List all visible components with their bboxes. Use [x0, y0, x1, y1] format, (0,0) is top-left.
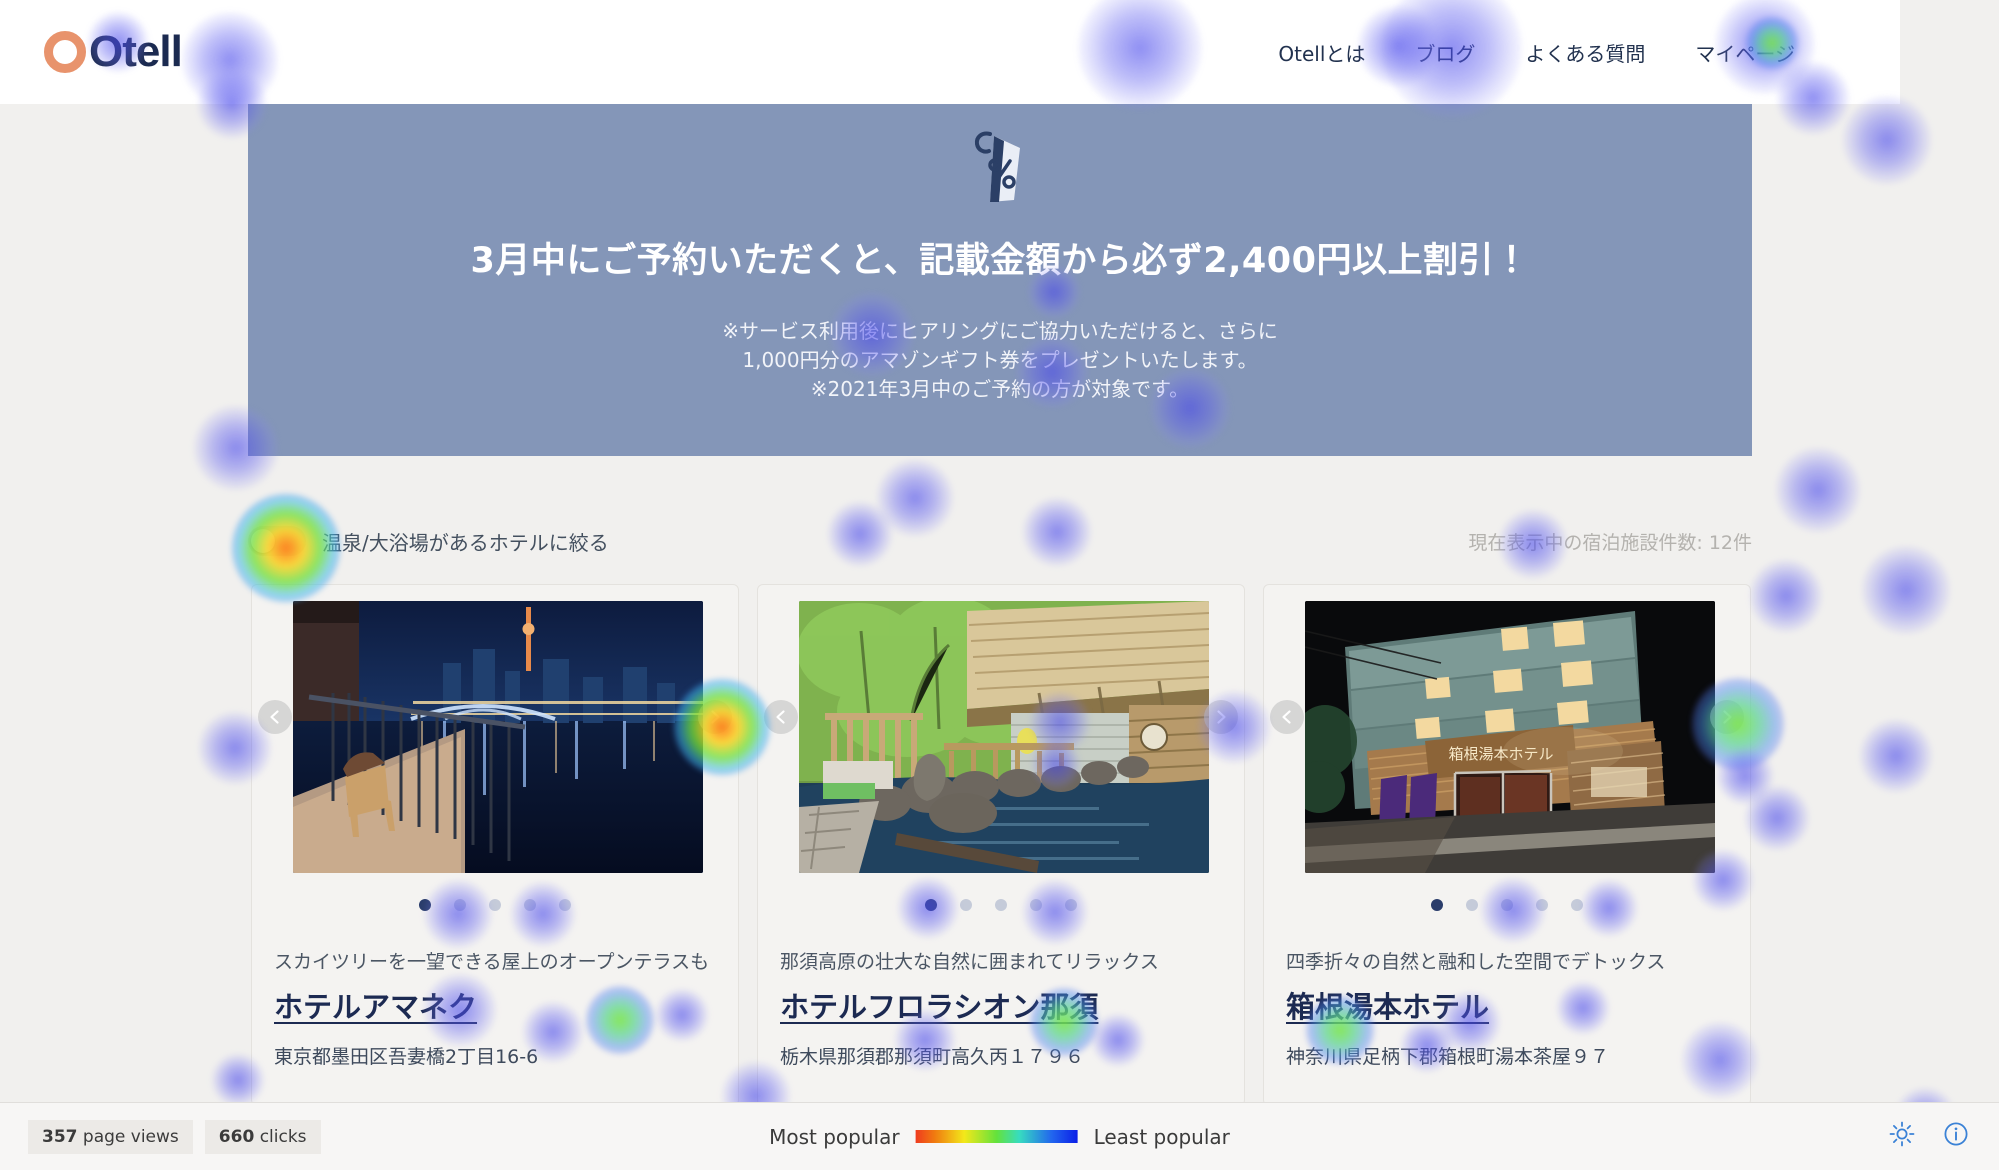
card-tagline: 那須高原の壮大な自然に囲まれてリラックス [780, 951, 1159, 973]
card-image-hotel-exterior: 箱根湯本ホテル [1305, 601, 1715, 873]
onsen-filter-toggle[interactable] [248, 526, 306, 556]
carousel-dot[interactable] [489, 899, 501, 911]
carousel-dot[interactable] [1501, 899, 1513, 911]
carousel-dot[interactable] [1466, 899, 1478, 911]
card-tagline: スカイツリーを一望できる屋上のオープンテラスも [274, 951, 710, 973]
carousel-dot[interactable] [1065, 899, 1077, 911]
card-title-link[interactable]: 箱根湯本ホテル [1286, 984, 1489, 1026]
carousel-dot[interactable] [995, 899, 1007, 911]
analytics-toolbar: 357 page views 660 clicks Most popular L… [0, 1102, 1999, 1170]
hotel-card-grid: スカイツリーを一望できる屋上のオープンテラスも ホテルアマネク 東京都墨田区吾妻… [251, 584, 1751, 1106]
card-address: 栃木県那須郡那須町高久丙１７９６ [780, 1046, 1085, 1068]
carousel-dot[interactable] [454, 899, 466, 911]
carousel-dot[interactable] [1571, 899, 1583, 911]
card-address: 東京都墨田区吾妻橋2丁目16-6 [274, 1046, 539, 1068]
card-image-rooftop-terrace [293, 601, 703, 873]
carousel-dot[interactable] [1030, 899, 1042, 911]
page-views-chip: 357 page views [28, 1119, 193, 1154]
carousel-dots [252, 899, 738, 911]
heatmap-legend: Most popular Least popular [769, 1125, 1230, 1149]
card-carousel [252, 585, 738, 873]
clicks-label: clicks [259, 1126, 307, 1147]
result-count-label: 現在表示中の宿泊施設件数: 12件 [1468, 531, 1752, 554]
carousel-dots [1264, 899, 1750, 911]
onsen-filter-label: 温泉/大浴場があるホテルに絞る [322, 530, 609, 555]
sun-brightness-icon[interactable] [1889, 1121, 1915, 1152]
carousel-next-arrow-icon[interactable] [1204, 700, 1238, 734]
nav-item-mypage[interactable]: マイページ [1695, 38, 1795, 67]
banner-headline: 3月中にご予約いただくと、記載金額から必ず2,400円以上割引！ [470, 241, 1530, 281]
card-address: 神奈川県足柄下郡箱根町湯本茶屋９７ [1286, 1046, 1610, 1068]
card-title-link[interactable]: ホテルフロラシオン那須 [780, 984, 1098, 1026]
main-navigation: Otellとは ブログ よくある質問 マイページ [1278, 38, 1795, 67]
card-carousel [758, 585, 1244, 873]
carousel-dot[interactable] [524, 899, 536, 911]
carousel-dot[interactable] [925, 899, 937, 911]
nav-item-faq[interactable]: よくある質問 [1525, 38, 1645, 67]
carousel-prev-arrow-icon[interactable] [1270, 700, 1304, 734]
site-header: Otell Otellとは ブログ よくある質問 マイページ [0, 0, 1900, 104]
heatmap-blob [1750, 560, 1822, 632]
legend-gradient-bar [915, 1130, 1078, 1143]
legend-most-popular-label: Most popular [769, 1124, 900, 1149]
carousel-dots [758, 899, 1244, 911]
toolbar-icon-group [1889, 1121, 1969, 1152]
card-carousel: 箱根湯本ホテル [1264, 585, 1750, 873]
card-body: スカイツリーを一望できる屋上のオープンテラスも ホテルアマネク 東京都墨田区吾妻… [252, 911, 738, 1069]
clicks-value: 660 [218, 1126, 255, 1147]
promo-banner: 3月中にご予約いただくと、記載金額から必ず2,400円以上割引！ ※サービス利用… [248, 104, 1752, 456]
logo-o-mark [44, 31, 86, 73]
heatmap-blob [1776, 448, 1860, 532]
banner-subtext: ※サービス利用後にヒアリングにご協力いただけると、さらに 1,000円分のアマゾ… [722, 317, 1278, 404]
table-row[interactable]: 那須高原の壮大な自然に囲まれてリラックス ホテルフロラシオン那須 栃木県那須郡那… [757, 584, 1245, 1106]
heatmap-blob [1745, 786, 1809, 850]
table-row[interactable]: スカイツリーを一望できる屋上のオープンテラスも ホテルアマネク 東京都墨田区吾妻… [251, 584, 739, 1106]
nav-item-about[interactable]: Otellとは [1278, 38, 1365, 67]
nav-item-blog[interactable]: ブログ [1415, 38, 1475, 67]
heatmap-blob [1860, 720, 1932, 792]
banner-subtext-line-1: ※サービス利用後にヒアリングにご協力いただけると、さらに [722, 319, 1278, 343]
banner-subtext-line-2: 1,000円分のアマゾンギフト券をプレゼントいたします。 [742, 348, 1258, 372]
card-title-link[interactable]: ホテルアマネク [274, 984, 477, 1026]
carousel-dot[interactable] [960, 899, 972, 911]
card-body: 那須高原の壮大な自然に囲まれてリラックス ホテルフロラシオン那須 栃木県那須郡那… [758, 911, 1244, 1069]
carousel-prev-arrow-icon[interactable] [258, 700, 292, 734]
card-image-outdoor-onsen [799, 601, 1209, 873]
info-circle-icon[interactable] [1943, 1121, 1969, 1152]
banner-subtext-line-3: ※2021年3月中のご予約の方が対象です。 [810, 377, 1190, 401]
heatmap-blob [1843, 96, 1931, 184]
carousel-dot[interactable] [1536, 899, 1548, 911]
table-row[interactable]: 箱根湯本ホテル 四季折々の自然と融和した空間でデトックス 箱根湯本ホテル 神奈川… [1263, 584, 1751, 1106]
clicks-chip: 660 clicks [204, 1119, 321, 1154]
page-views-value: 357 [42, 1126, 78, 1147]
carousel-next-arrow-icon[interactable] [1710, 700, 1744, 734]
card-tagline: 四季折々の自然と融和した空間でデトックス [1286, 951, 1666, 973]
card-body: 四季折々の自然と融和した空間でデトックス 箱根湯本ホテル 神奈川県足柄下郡箱根町… [1264, 911, 1750, 1069]
carousel-prev-arrow-icon[interactable] [764, 700, 798, 734]
discount-tag-icon [964, 130, 1036, 208]
carousel-dot[interactable] [419, 899, 431, 911]
logo-wordmark: Otell [89, 27, 183, 76]
otell-logo[interactable]: Otell [44, 27, 183, 76]
page-views-label: page views [82, 1126, 179, 1147]
heatmap-blob [1862, 546, 1950, 634]
carousel-next-arrow-icon[interactable] [698, 700, 732, 734]
filter-row: 温泉/大浴場があるホテルに絞る 現在表示中の宿泊施設件数: 12件 [248, 518, 1752, 564]
carousel-dot[interactable] [1431, 899, 1443, 911]
stat-chip-group: 357 page views 660 clicks [28, 1119, 321, 1154]
legend-least-popular-label: Least popular [1093, 1124, 1230, 1149]
page-root: Otell Otellとは ブログ よくある質問 マイページ 3月中にご予約いた… [0, 0, 1999, 1170]
carousel-dot[interactable] [559, 899, 571, 911]
